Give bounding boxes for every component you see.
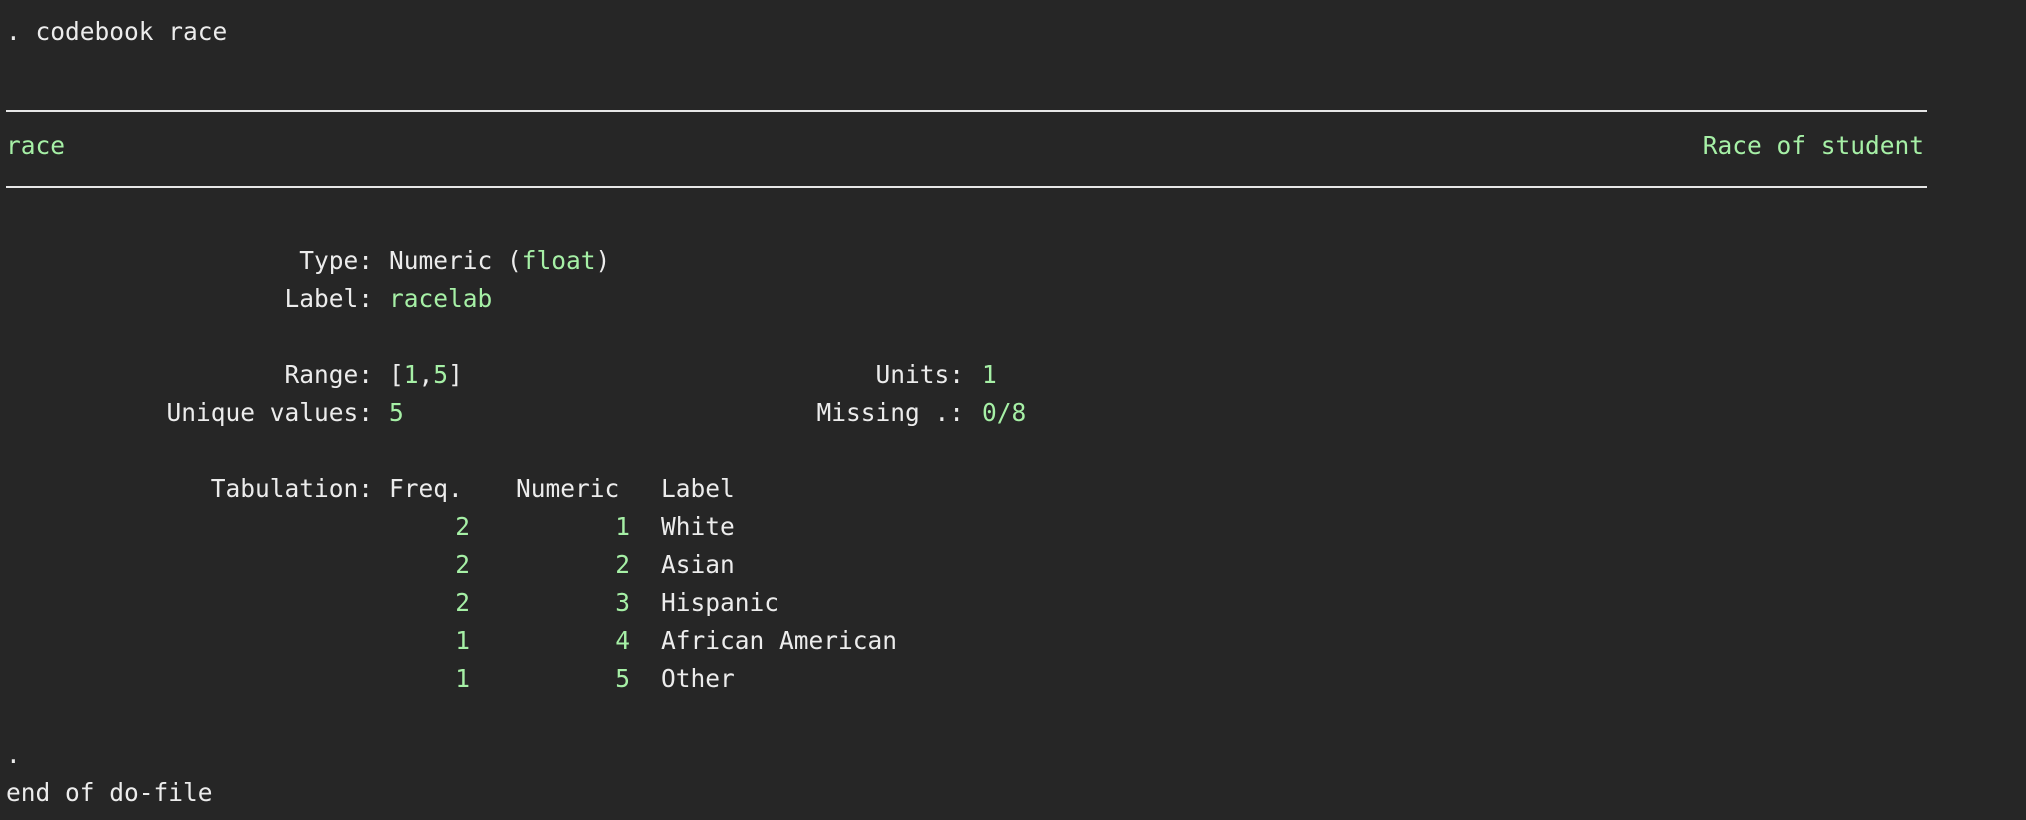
value-label-label: Label:	[284, 284, 373, 313]
top-rule	[6, 110, 1927, 112]
variable-name: race	[6, 131, 66, 160]
tab-label: Hispanic	[661, 588, 780, 617]
results-window: . codebook race race Race of student Typ…	[0, 0, 2026, 820]
missing-value: 0/8	[982, 398, 1027, 427]
range-open: [	[389, 360, 404, 389]
tab-label: White	[661, 512, 735, 541]
prompt-dot: .	[6, 740, 21, 769]
range-close: ]	[448, 360, 463, 389]
type-label: Type:	[299, 246, 373, 275]
missing-label: Missing .:	[816, 398, 964, 427]
value-label-name: racelab	[389, 284, 493, 313]
tab-header-label: Label	[661, 474, 735, 503]
tab-header-freq: Freq.	[389, 474, 463, 503]
tab-numeric: 1	[615, 512, 630, 541]
tab-numeric: 2	[615, 550, 630, 579]
range-value: [1,5]	[389, 360, 463, 390]
tab-label: Other	[661, 664, 735, 693]
tab-freq: 1	[455, 664, 470, 693]
end-of-do-file: end of do-file	[6, 778, 213, 807]
tab-freq: 1	[455, 626, 470, 655]
bottom-rule	[6, 186, 1927, 188]
unique-values-label: Unique values:	[166, 398, 373, 427]
type-storage: float	[521, 246, 596, 275]
tab-label: Asian	[661, 550, 735, 579]
variable-label: Race of student	[1702, 131, 1924, 160]
tab-numeric: 3	[615, 588, 630, 617]
type-suffix: )	[595, 246, 611, 275]
tab-header-numeric: Numeric	[516, 474, 620, 503]
tab-numeric: 4	[615, 626, 630, 655]
unique-values-value: 5	[389, 398, 404, 427]
type-prefix: Numeric (	[389, 246, 522, 275]
tabulation-label: Tabulation:	[210, 474, 373, 503]
range-min: 1	[403, 360, 419, 389]
range-label: Range:	[284, 360, 373, 389]
tab-label: African American	[661, 626, 898, 655]
tab-freq: 2	[455, 588, 470, 617]
units-value: 1	[982, 360, 997, 389]
tab-freq: 2	[455, 550, 470, 579]
command-line: . codebook race	[6, 17, 228, 46]
tab-freq: 2	[455, 512, 470, 541]
range-sep: ,	[418, 360, 434, 389]
units-label: Units:	[875, 360, 964, 389]
range-max: 5	[433, 360, 449, 389]
tab-numeric: 5	[615, 664, 630, 693]
type-value: Numeric (float)	[389, 246, 610, 276]
